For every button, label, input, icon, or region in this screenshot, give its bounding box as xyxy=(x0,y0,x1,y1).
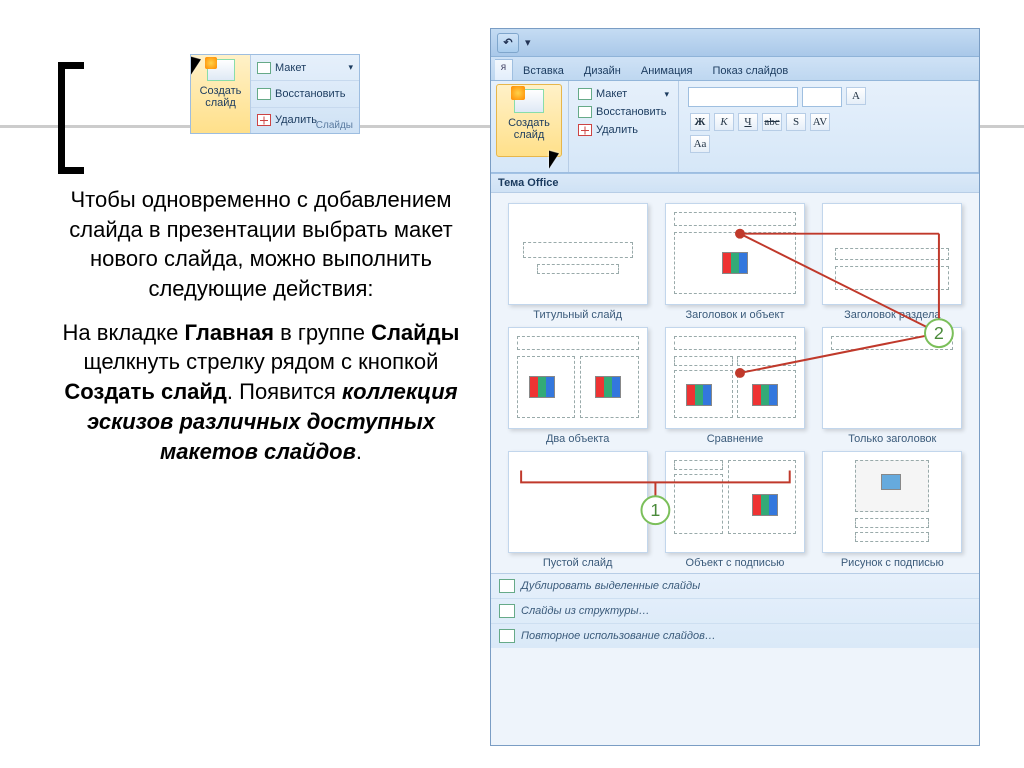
delete-icon xyxy=(578,124,592,136)
duplicate-slides-button[interactable]: Дублировать выделенные слайды xyxy=(491,574,979,599)
slides-from-outline-button[interactable]: Слайды из структуры… xyxy=(491,599,979,624)
paragraph-2: На вкладке Главная в группе Слайды щелкн… xyxy=(56,318,466,466)
new-slide-label: Создать слайд xyxy=(497,117,561,141)
layout-comparison[interactable]: Сравнение xyxy=(658,327,811,445)
layout-menu-button[interactable]: Макет ▾ xyxy=(251,55,359,81)
tab-insert[interactable]: Вставка xyxy=(513,61,574,80)
layout-blank[interactable]: Пустой слайд xyxy=(501,451,654,569)
qat-chevron-down-icon[interactable]: ▾ xyxy=(525,36,531,49)
delete-label: Удалить xyxy=(275,114,317,126)
layout-picture-with-caption[interactable]: Рисунок с подписью xyxy=(816,451,969,569)
underline-button[interactable]: Ч xyxy=(738,113,758,131)
reset-icon xyxy=(578,106,592,118)
group-label: Слайды xyxy=(316,120,353,131)
layout-title-only[interactable]: Только заголовок xyxy=(816,327,969,445)
duplicate-icon xyxy=(499,579,515,593)
undo-button[interactable]: ↶ xyxy=(497,33,519,53)
slides-group: Создать слайд xyxy=(491,81,569,172)
reset-icon xyxy=(257,88,271,100)
bold-button[interactable]: Ж xyxy=(690,113,710,131)
layout-grid: Титульный слайд Заголовок и объект Загол… xyxy=(491,193,979,573)
mini-ribbon-slides-group: Создать слайд Макет ▾ Восстановить Удали… xyxy=(190,54,360,134)
tab-slideshow[interactable]: Показ слайдов xyxy=(703,61,799,80)
reset-button[interactable]: Восстановить xyxy=(251,81,359,107)
reuse-slides-button[interactable]: Повторное использование слайдов… xyxy=(491,624,979,648)
layout-label: Макет xyxy=(275,62,306,74)
shadow-button[interactable]: S xyxy=(786,113,806,131)
bracket-left xyxy=(58,62,84,174)
layout-two-content[interactable]: Два объекта xyxy=(501,327,654,445)
font-group: A Ж К Ч abc S AV Aa xyxy=(679,81,979,172)
body-text: Чтобы одновременно с добавлением слайда … xyxy=(56,185,466,466)
layout-section-header[interactable]: Заголовок раздела xyxy=(816,203,969,321)
new-slide-icon xyxy=(514,89,544,113)
gallery-footer: Дублировать выделенные слайды Слайды из … xyxy=(491,573,979,648)
new-slide-split-button[interactable]: Создать слайд xyxy=(496,84,562,157)
layout-title-slide[interactable]: Титульный слайд xyxy=(501,203,654,321)
delete-button[interactable]: Удалить xyxy=(574,122,673,138)
font-size-combo[interactable] xyxy=(802,87,842,107)
layout-content-with-caption[interactable]: Объект с подписью xyxy=(658,451,811,569)
layout-title-and-content[interactable]: Заголовок и объект xyxy=(658,203,811,321)
layout-gallery-dropdown: Тема Office Титульный слайд Заголовок и … xyxy=(491,173,979,745)
powerpoint-panel: ↶ ▾ я Вставка Дизайн Анимация Показ слай… xyxy=(490,28,980,746)
quick-access-toolbar: ↶ ▾ xyxy=(491,29,979,57)
outline-icon xyxy=(499,604,515,618)
ribbon-tab-strip: я Вставка Дизайн Анимация Показ слайдов xyxy=(491,57,979,81)
italic-button[interactable]: К xyxy=(714,113,734,131)
chevron-down-icon: ▾ xyxy=(664,89,669,100)
reuse-icon xyxy=(499,629,515,643)
chevron-down-icon: ▾ xyxy=(348,62,353,73)
slides-commands: Макет▾ Восстановить Удалить xyxy=(569,81,679,172)
paragraph-1: Чтобы одновременно с добавлением слайда … xyxy=(56,185,466,304)
char-spacing-button[interactable]: AV xyxy=(810,113,830,131)
tab-design[interactable]: Дизайн xyxy=(574,61,631,80)
change-case-button[interactable]: Aa xyxy=(690,135,710,153)
layout-icon xyxy=(257,62,271,74)
grow-font-button[interactable]: A xyxy=(846,87,866,105)
tab-home-stub[interactable]: я xyxy=(495,59,513,80)
font-family-combo[interactable] xyxy=(688,87,798,107)
gallery-header: Тема Office xyxy=(491,174,979,193)
reset-label: Восстановить xyxy=(275,88,345,100)
layout-icon xyxy=(578,88,592,100)
layout-menu-button[interactable]: Макет▾ xyxy=(574,86,673,102)
reset-button[interactable]: Восстановить xyxy=(574,104,673,120)
strike-button[interactable]: abc xyxy=(762,113,782,131)
ribbon: Создать слайд Макет▾ Восстановить Удалит… xyxy=(491,81,979,173)
delete-icon xyxy=(257,114,271,126)
tab-animation[interactable]: Анимация xyxy=(631,61,703,80)
new-slide-label: Создать слайд xyxy=(193,85,248,109)
new-slide-icon xyxy=(207,59,235,81)
new-slide-button[interactable]: Создать слайд xyxy=(191,55,251,133)
